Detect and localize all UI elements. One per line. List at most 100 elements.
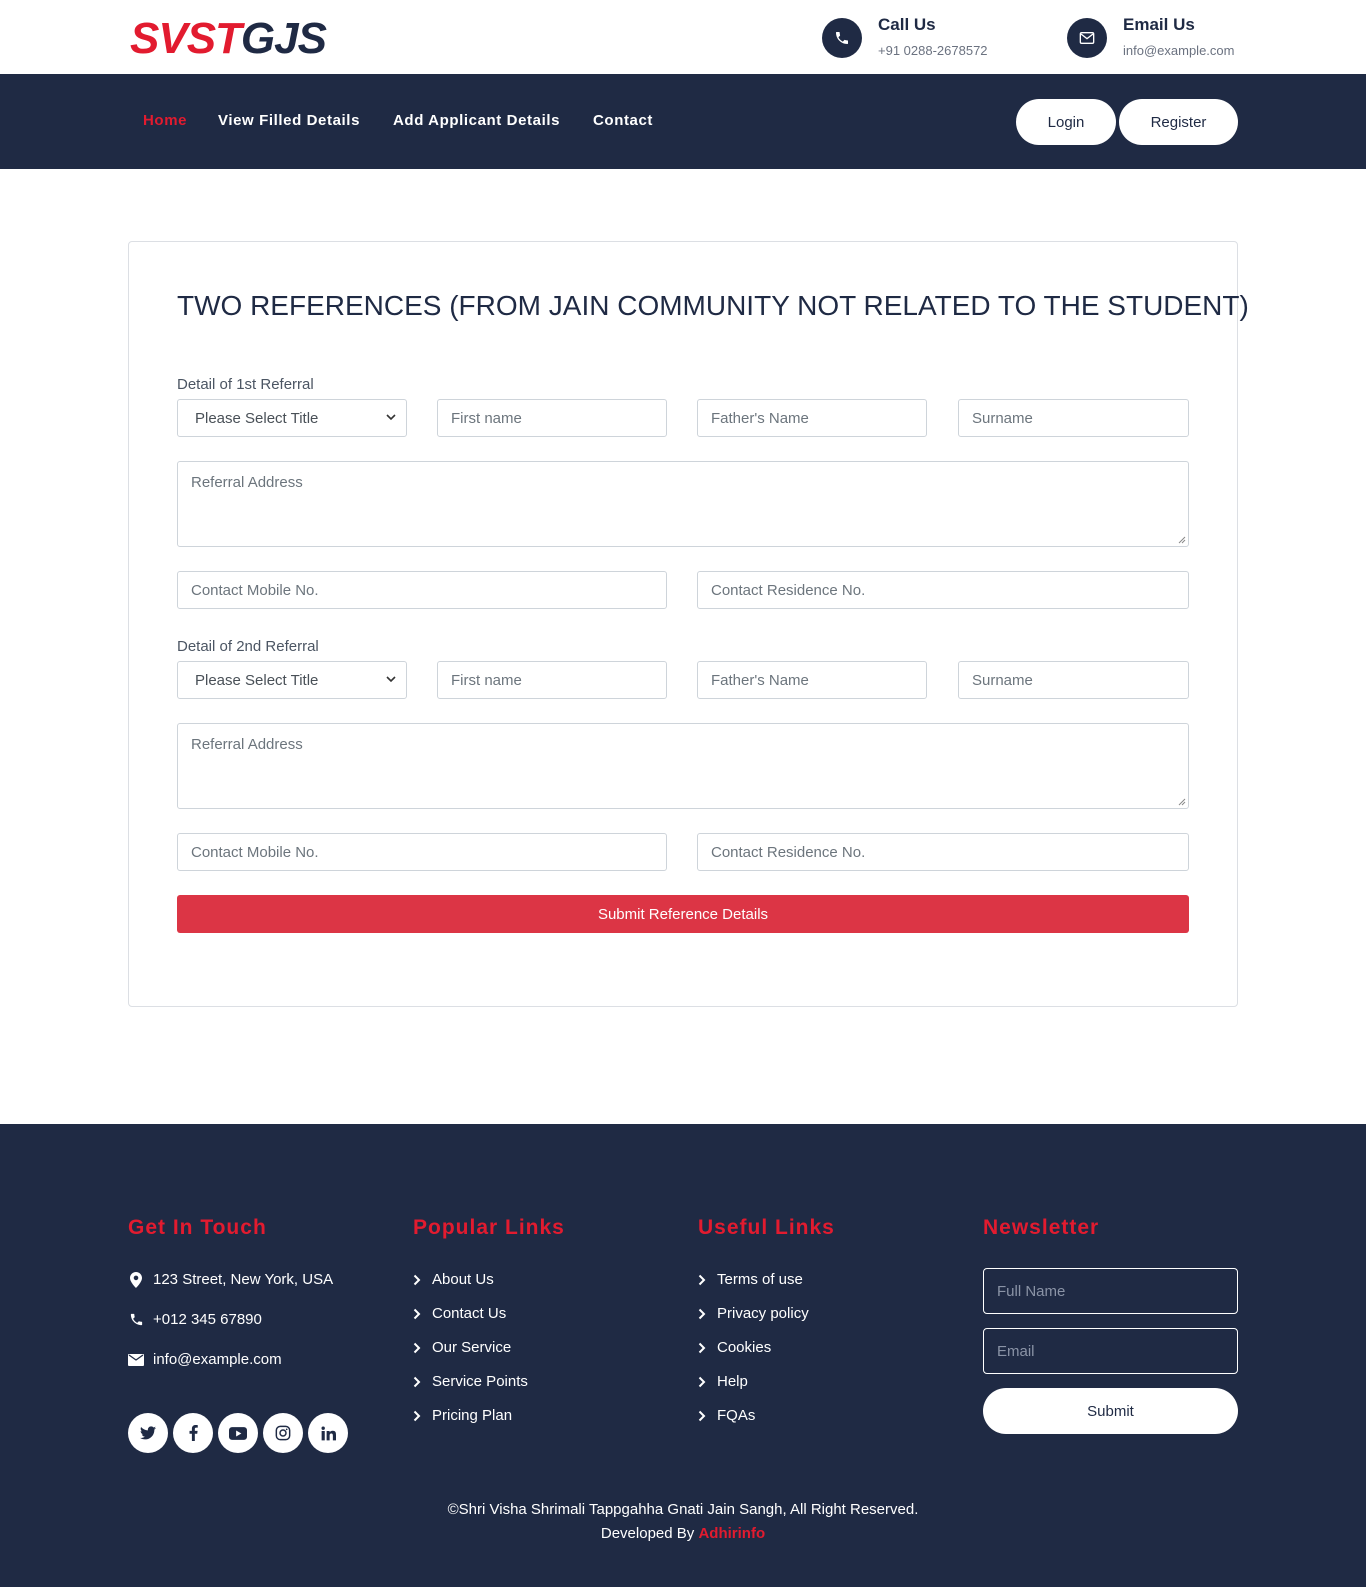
copyright-block: ©Shri Visha Shrimali Tappgahha Gnati Jai… xyxy=(0,1498,1366,1546)
nav-home[interactable]: Home xyxy=(143,112,187,129)
footer-link-privacy-policy[interactable]: Privacy policy xyxy=(698,1305,809,1322)
referral-1-surname-input[interactable]: Surname xyxy=(958,399,1189,437)
chevron-right-icon xyxy=(698,1308,708,1320)
twitter-icon[interactable] xyxy=(128,1413,168,1453)
referral-2-address-textarea[interactable]: Referral Address xyxy=(177,723,1189,809)
nav-contact[interactable]: Contact xyxy=(593,112,653,129)
copyright-text: ©Shri Visha Shrimali Tappgahha Gnati Jai… xyxy=(447,1501,919,1518)
chevron-down-icon xyxy=(386,676,396,683)
chevron-right-icon xyxy=(698,1410,708,1422)
chevron-right-icon xyxy=(413,1342,423,1354)
footer-email: info@example.com xyxy=(128,1351,282,1368)
referral-1-residence-input[interactable]: Contact Residence No. xyxy=(697,571,1189,609)
envelope-icon xyxy=(1067,18,1107,58)
referral-2-label: Detail of 2nd Referral xyxy=(177,638,319,655)
developed-by-label: Developed By xyxy=(600,1525,695,1542)
footer-link-label: Service Points xyxy=(432,1373,528,1390)
youtube-icon[interactable] xyxy=(218,1413,258,1453)
phone-icon xyxy=(128,1312,144,1328)
referral-1-address-placeholder: Referral Address xyxy=(191,474,303,491)
referral-1-father-name-input[interactable]: Father's Name xyxy=(697,399,927,437)
nav-add-applicant-details[interactable]: Add Applicant Details xyxy=(393,112,560,129)
instagram-icon[interactable] xyxy=(263,1413,303,1453)
register-button[interactable]: Register xyxy=(1119,99,1238,145)
call-us-number[interactable]: +91 0288-2678572 xyxy=(878,43,988,58)
footer-newsletter-heading: Newsletter xyxy=(983,1216,1100,1239)
footer-link-fqas[interactable]: FQAs xyxy=(698,1407,755,1424)
footer-phone: +012 345 67890 xyxy=(128,1311,262,1328)
newsletter-name-input[interactable]: Full Name xyxy=(983,1268,1238,1314)
logo-part2: GJS xyxy=(240,14,327,63)
chevron-right-icon xyxy=(413,1308,423,1320)
footer-link-label: Contact Us xyxy=(432,1305,507,1322)
newsletter-submit-button[interactable]: Submit xyxy=(983,1388,1238,1434)
envelope-icon xyxy=(128,1352,144,1368)
nav-view-filled-details[interactable]: View Filled Details xyxy=(218,112,360,129)
chevron-right-icon xyxy=(413,1410,423,1422)
footer-link-label: Our Service xyxy=(432,1339,512,1356)
footer-popular-links-heading: Popular Links xyxy=(413,1216,565,1239)
map-marker-icon xyxy=(128,1271,144,1288)
referral-1-address-textarea[interactable]: Referral Address xyxy=(177,461,1189,547)
footer-link-contact-us[interactable]: Contact Us xyxy=(413,1305,506,1322)
chevron-right-icon xyxy=(698,1376,708,1388)
referral-1-title-select[interactable]: Please Select Title xyxy=(177,399,407,437)
top-header: SVSTGJS Call Us +91 0288-2678572 Email U… xyxy=(0,0,1366,74)
facebook-icon[interactable] xyxy=(173,1413,213,1453)
chevron-right-icon xyxy=(413,1376,423,1388)
referral-2-mobile-input[interactable]: Contact Mobile No. xyxy=(177,833,667,871)
footer-link-label: FQAs xyxy=(717,1407,756,1424)
referral-1-mobile-input[interactable]: Contact Mobile No. xyxy=(177,571,667,609)
referral-1-first-name-input[interactable]: First name xyxy=(437,399,667,437)
footer-link-label: Pricing Plan xyxy=(432,1407,513,1424)
referral-1-title-value: Please Select Title xyxy=(195,409,319,427)
chevron-down-icon xyxy=(386,414,396,421)
footer-link-our-service[interactable]: Our Service xyxy=(413,1339,511,1356)
footer-useful-links-heading: Useful Links xyxy=(698,1216,835,1239)
referral-2-title-value: Please Select Title xyxy=(195,671,319,689)
referral-2-surname-input[interactable]: Surname xyxy=(958,661,1189,699)
referral-2-title-select[interactable]: Please Select Title xyxy=(177,661,407,699)
footer-address-text: 123 Street, New York, USA xyxy=(153,1271,334,1288)
developed-by-line: Developed By Adhirinfo xyxy=(0,1522,1366,1546)
referral-1-label: Detail of 1st Referral xyxy=(177,376,314,393)
login-button[interactable]: Login xyxy=(1016,99,1116,145)
referral-2-father-name-input[interactable]: Father's Name xyxy=(697,661,927,699)
footer-link-about-us[interactable]: About Us xyxy=(413,1271,494,1288)
footer-link-label: About Us xyxy=(432,1271,494,1288)
referral-2-first-name-input[interactable]: First name xyxy=(437,661,667,699)
chevron-right-icon xyxy=(698,1274,708,1286)
footer-link-terms-of-use[interactable]: Terms of use xyxy=(698,1271,803,1288)
footer-link-label: Terms of use xyxy=(717,1271,803,1288)
footer-get-in-touch-heading: Get In Touch xyxy=(128,1216,267,1239)
linkedin-icon[interactable] xyxy=(308,1413,348,1453)
footer-link-service-points[interactable]: Service Points xyxy=(413,1373,528,1390)
resize-grip-icon[interactable] xyxy=(1176,534,1186,544)
referral-2-address-placeholder: Referral Address xyxy=(191,736,303,753)
footer-address: 123 Street, New York, USA xyxy=(128,1271,333,1288)
form-title: TWO REFERENCES (FROM JAIN COMMUNITY NOT … xyxy=(177,290,1249,321)
newsletter-email-input[interactable]: Email xyxy=(983,1328,1238,1374)
email-us-title: Email Us xyxy=(1123,15,1195,34)
developer-link[interactable]: Adhirinfo xyxy=(698,1525,765,1542)
chevron-right-icon xyxy=(413,1274,423,1286)
footer-phone-text: +012 345 67890 xyxy=(153,1311,262,1328)
footer-email-text: info@example.com xyxy=(153,1351,282,1368)
call-us-title: Call Us xyxy=(878,15,936,34)
submit-reference-details-button[interactable]: Submit Reference Details xyxy=(177,895,1189,933)
email-us-address[interactable]: info@example.com xyxy=(1123,43,1234,58)
footer-link-label: Cookies xyxy=(717,1339,772,1356)
chevron-right-icon xyxy=(698,1342,708,1354)
site-logo[interactable]: SVSTGJS xyxy=(130,14,327,64)
footer-link-label: Privacy policy xyxy=(717,1305,809,1322)
logo-part1: SVST xyxy=(130,14,242,63)
footer-link-label: Help xyxy=(717,1373,748,1390)
main-navbar: Home View Filled Details Add Applicant D… xyxy=(0,74,1366,169)
phone-icon xyxy=(822,18,862,58)
footer-link-cookies[interactable]: Cookies xyxy=(698,1339,771,1356)
resize-grip-icon[interactable] xyxy=(1176,796,1186,806)
footer-link-pricing-plan[interactable]: Pricing Plan xyxy=(413,1407,512,1424)
footer-link-help[interactable]: Help xyxy=(698,1373,748,1390)
referral-2-residence-input[interactable]: Contact Residence No. xyxy=(697,833,1189,871)
references-form-card: TWO REFERENCES (FROM JAIN COMMUNITY NOT … xyxy=(128,241,1249,1007)
